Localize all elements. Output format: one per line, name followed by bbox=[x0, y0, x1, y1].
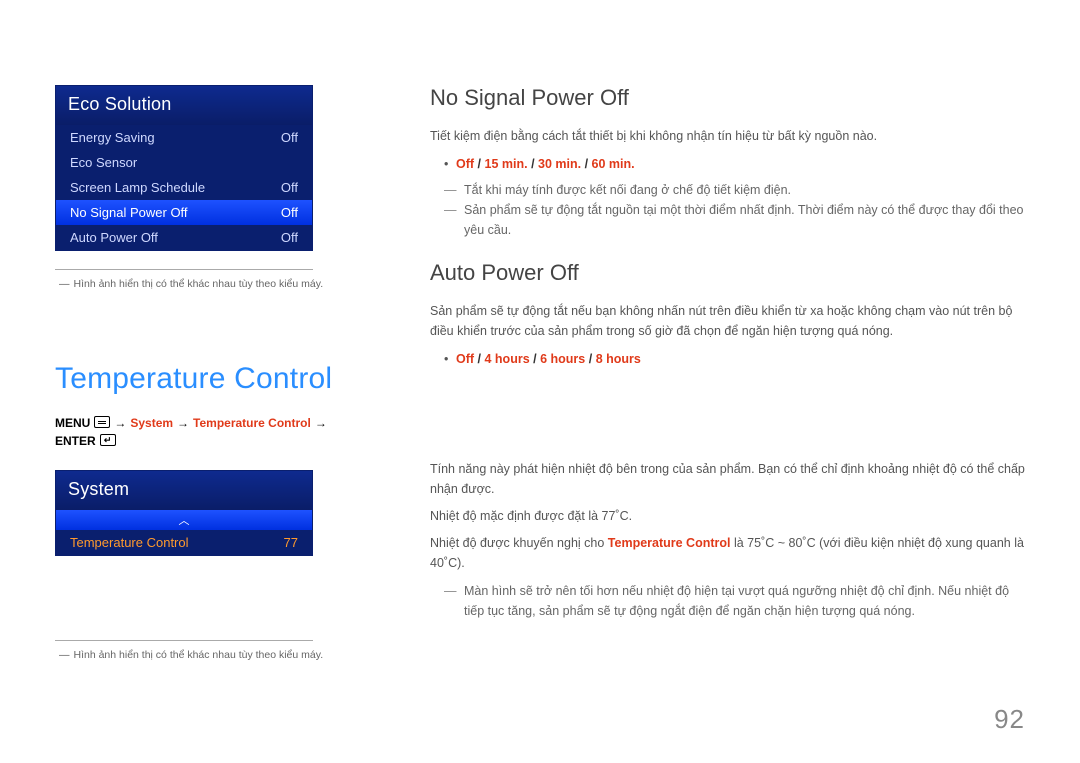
note-item: Tắt khi máy tính được kết nối đang ở chế… bbox=[444, 180, 1025, 200]
term-temperature-control: Temperature Control bbox=[608, 536, 731, 550]
osd-eco-caption: ― Hình ảnh hiển thị có thể khác nhau tùy… bbox=[55, 278, 355, 290]
page-number: 92 bbox=[994, 704, 1025, 735]
heading-no-signal-power-off: No Signal Power Off bbox=[430, 85, 1025, 111]
osd-row-auto-power-off: Auto Power Off Off bbox=[56, 225, 312, 250]
osd-value: 77 bbox=[284, 535, 298, 550]
paragraph: Nhiệt độ mặc định được đặt là 77˚C. bbox=[430, 507, 1025, 526]
arrow-icon: → bbox=[114, 416, 126, 430]
arrow-icon: → bbox=[315, 416, 327, 430]
option: 30 min. bbox=[538, 157, 581, 171]
caption-text: Hình ảnh hiển thị có thể khác nhau tùy t… bbox=[74, 278, 324, 290]
osd-label: Screen Lamp Schedule bbox=[70, 180, 205, 195]
heading-auto-power-off: Auto Power Off bbox=[430, 260, 1025, 286]
enter-icon bbox=[100, 434, 116, 446]
breadcrumb-menu: MENU bbox=[55, 416, 90, 430]
breadcrumb-system: System bbox=[130, 416, 173, 430]
osd-value: Off bbox=[281, 130, 298, 145]
osd-label: Temperature Control bbox=[70, 535, 189, 550]
caption-text: Hình ảnh hiển thị có thể khác nhau tùy t… bbox=[74, 649, 324, 661]
dash-icon: ― bbox=[59, 649, 70, 661]
paragraph: Tiết kiệm điện bằng cách tắt thiết bị kh… bbox=[430, 127, 1025, 146]
osd-label: Auto Power Off bbox=[70, 230, 158, 245]
menu-icon bbox=[94, 416, 110, 428]
option: 4 hours bbox=[485, 352, 530, 366]
breadcrumb-enter: ENTER bbox=[55, 434, 96, 448]
note-item: Sản phẩm sẽ tự động tắt nguồn tại một th… bbox=[444, 200, 1025, 240]
arrow-icon: → bbox=[177, 416, 189, 430]
section-heading-temperature-control: Temperature Control bbox=[55, 362, 355, 396]
osd-system-caption: ― Hình ảnh hiển thị có thể khác nhau tùy… bbox=[55, 649, 355, 661]
options-line: Off / 4 hours / 6 hours / 8 hours bbox=[444, 349, 1025, 369]
option: 6 hours bbox=[540, 352, 585, 366]
osd-system-panel: System ︿ Temperature Control 77 bbox=[55, 470, 313, 556]
breadcrumb-temperature-control: Temperature Control bbox=[193, 416, 311, 430]
osd-row-temperature-control: Temperature Control 77 bbox=[56, 530, 312, 555]
notes-list: Tắt khi máy tính được kết nối đang ở chế… bbox=[444, 180, 1025, 240]
osd-row-no-signal-power-off: No Signal Power Off Off bbox=[56, 200, 312, 225]
osd-label: Eco Sensor bbox=[70, 155, 137, 170]
menu-breadcrumb: MENU → System → Temperature Control → EN… bbox=[55, 416, 355, 448]
osd-value: Off bbox=[281, 205, 298, 220]
osd-row-energy-saving: Energy Saving Off bbox=[56, 125, 312, 150]
divider bbox=[55, 269, 313, 270]
osd-value: Off bbox=[281, 230, 298, 245]
option: 8 hours bbox=[596, 352, 641, 366]
paragraph: Tính năng này phát hiện nhiệt độ bên tro… bbox=[430, 460, 1025, 499]
note-item: Màn hình sẽ trở nên tối hơn nếu nhiệt độ… bbox=[444, 581, 1025, 621]
osd-row-screen-lamp-schedule: Screen Lamp Schedule Off bbox=[56, 175, 312, 200]
osd-row-eco-sensor: Eco Sensor bbox=[56, 150, 312, 175]
chevron-up-icon: ︿ bbox=[56, 510, 312, 530]
osd-label: Energy Saving bbox=[70, 130, 155, 145]
osd-system-title: System bbox=[56, 471, 312, 510]
osd-value: Off bbox=[281, 180, 298, 195]
option: 60 min. bbox=[592, 157, 635, 171]
options-line: Off / 15 min. / 30 min. / 60 min. bbox=[444, 154, 1025, 174]
osd-eco-title: Eco Solution bbox=[56, 86, 312, 125]
osd-label: No Signal Power Off bbox=[70, 205, 188, 220]
option: Off bbox=[456, 157, 474, 171]
dash-icon: ― bbox=[59, 278, 70, 290]
paragraph: Nhiệt độ được khuyến nghị cho Temperatur… bbox=[430, 534, 1025, 573]
option: 15 min. bbox=[485, 157, 528, 171]
osd-eco-solution-panel: Eco Solution Energy Saving Off Eco Senso… bbox=[55, 85, 313, 251]
options-list-no-signal: Off / 15 min. / 30 min. / 60 min. bbox=[444, 154, 1025, 174]
options-list-auto-power-off: Off / 4 hours / 6 hours / 8 hours bbox=[444, 349, 1025, 369]
paragraph: Sản phẩm sẽ tự động tắt nếu bạn không nh… bbox=[430, 302, 1025, 341]
notes-list: Màn hình sẽ trở nên tối hơn nếu nhiệt độ… bbox=[444, 581, 1025, 621]
option: Off bbox=[456, 352, 474, 366]
divider bbox=[55, 640, 313, 641]
